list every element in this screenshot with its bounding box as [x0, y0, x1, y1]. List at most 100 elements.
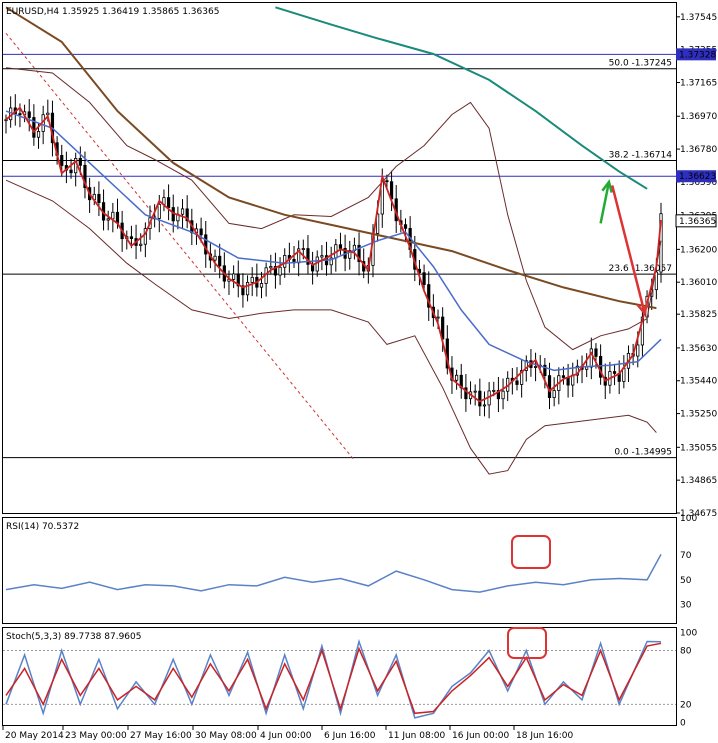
candle-body [320, 255, 324, 258]
price-tick-label: 1.36010 [680, 278, 717, 288]
rsi-tick-label: 70 [680, 551, 692, 561]
candle-body [533, 366, 538, 368]
main-layer: 50.0 -1.3724538.2 -1.3671423.6 -1.360570… [3, 6, 676, 475]
candle-body [166, 197, 171, 208]
candle-body [199, 228, 203, 236]
candle-body [654, 271, 658, 291]
candle-body [455, 374, 459, 381]
x-tick-label: 4 Jun 00:00 [260, 731, 312, 741]
candle-body [78, 157, 82, 166]
candle-body [492, 389, 496, 392]
candle-body [27, 111, 31, 118]
ma-red [5, 106, 662, 403]
x-tick-label: 23 May 00:00 [65, 731, 127, 741]
price-marker-label: 1.36365 [679, 217, 716, 227]
candle-body [180, 208, 185, 215]
fib-label: 38.2 -1.36714 [609, 150, 673, 160]
x-tick-label: 6 Jun 16:00 [324, 731, 376, 741]
candle-body [622, 367, 626, 382]
candle-body [482, 404, 487, 407]
candle-body [157, 203, 161, 219]
candle-body [566, 377, 570, 386]
price-tick-label: 1.35630 [680, 344, 717, 354]
candle-body [46, 112, 50, 116]
price-tick-label: 1.36780 [680, 145, 717, 155]
candle-body [385, 180, 389, 183]
price-marker-label: 1.36623 [679, 172, 716, 182]
price-tick-label: 1.34865 [680, 476, 717, 486]
candle-body [106, 218, 110, 221]
candle-body [60, 155, 64, 166]
candle-body [36, 131, 41, 138]
stoch-tick-label: 0 [680, 718, 686, 728]
candle-body [259, 283, 264, 288]
candle-body [547, 375, 552, 398]
candle-body [478, 390, 482, 407]
rsi-tick-label: 30 [680, 600, 692, 610]
candle-body [232, 273, 236, 280]
x-tick-label: 30 May 08:00 [195, 731, 257, 741]
fib-label: 0.0 -1.34995 [614, 448, 672, 458]
candle-body [97, 193, 101, 203]
candle-body [115, 211, 120, 224]
price-tick-label: 1.35440 [680, 377, 717, 387]
trend-line [5, 32, 355, 461]
rsi-line [5, 554, 662, 593]
stoch-tick-label: 20 [680, 700, 692, 710]
x-tick-label: 11 Jun 08:00 [388, 731, 445, 741]
candle-body [501, 390, 505, 400]
candle-body [139, 243, 143, 246]
price-tick-label: 1.35055 [680, 443, 717, 453]
rsi-title: RSI(14) 70.5372 [6, 522, 79, 532]
candle-body [213, 255, 217, 261]
candle-body [18, 113, 22, 116]
candle-body [436, 316, 440, 319]
candle-body [129, 236, 134, 239]
candle-body [111, 211, 115, 220]
candle-body [278, 266, 282, 276]
main-panel [2, 2, 677, 514]
candle-body [69, 169, 73, 174]
price-tick-label: 1.37165 [680, 79, 717, 89]
rsi-tick-label: 100 [680, 514, 697, 524]
price-tick-label: 1.37545 [680, 13, 717, 23]
x-tick-label: 18 Jun 16:00 [516, 731, 573, 741]
price-tick-label: 1.36970 [680, 112, 717, 122]
fib-label: 50.0 -1.37245 [609, 59, 672, 69]
ma-teal [275, 6, 648, 190]
candle-body [561, 375, 566, 378]
stoch-tick-label: 80 [680, 646, 692, 656]
x-tick-label: 16 Jun 00:00 [452, 731, 509, 741]
candle-body [515, 380, 519, 385]
rsi-panel [2, 517, 677, 624]
candle-body [422, 272, 426, 285]
candle-body [612, 371, 617, 374]
rsi-layer [5, 535, 662, 593]
price-tick-label: 1.36200 [680, 245, 717, 255]
candle-body [218, 255, 222, 267]
rsi-tick-label: 50 [680, 576, 692, 586]
candle-body [403, 224, 408, 229]
stoch-main [5, 638, 662, 719]
ma-blue [5, 110, 662, 372]
eurusd-chart: 50.0 -1.3724538.2 -1.3671423.6 -1.360570… [2, 2, 717, 741]
candle-body [338, 244, 343, 249]
stoch-title: Stoch(5,3,3) 89.7738 87.9605 [6, 632, 141, 642]
candle-body [594, 348, 598, 357]
rsi-highlight-box [511, 535, 551, 569]
candle-body [245, 281, 250, 296]
stoch-signal [5, 642, 662, 715]
candle-body [552, 390, 556, 398]
candle-body [250, 276, 254, 283]
stoch-tick-label: 100 [680, 628, 697, 638]
candle-body [473, 390, 477, 393]
candle-body [269, 266, 273, 269]
price-marker-label: 1.37328 [679, 50, 716, 60]
candle-body [636, 344, 640, 357]
candle-body [301, 248, 305, 250]
price-tick-label: 1.35825 [680, 310, 717, 320]
price-tick-label: 1.35250 [680, 410, 717, 420]
arrow-down [611, 185, 646, 314]
x-tick-label: 27 May 16:00 [130, 731, 192, 741]
x-tick-label: 20 May 2014 [5, 731, 64, 741]
